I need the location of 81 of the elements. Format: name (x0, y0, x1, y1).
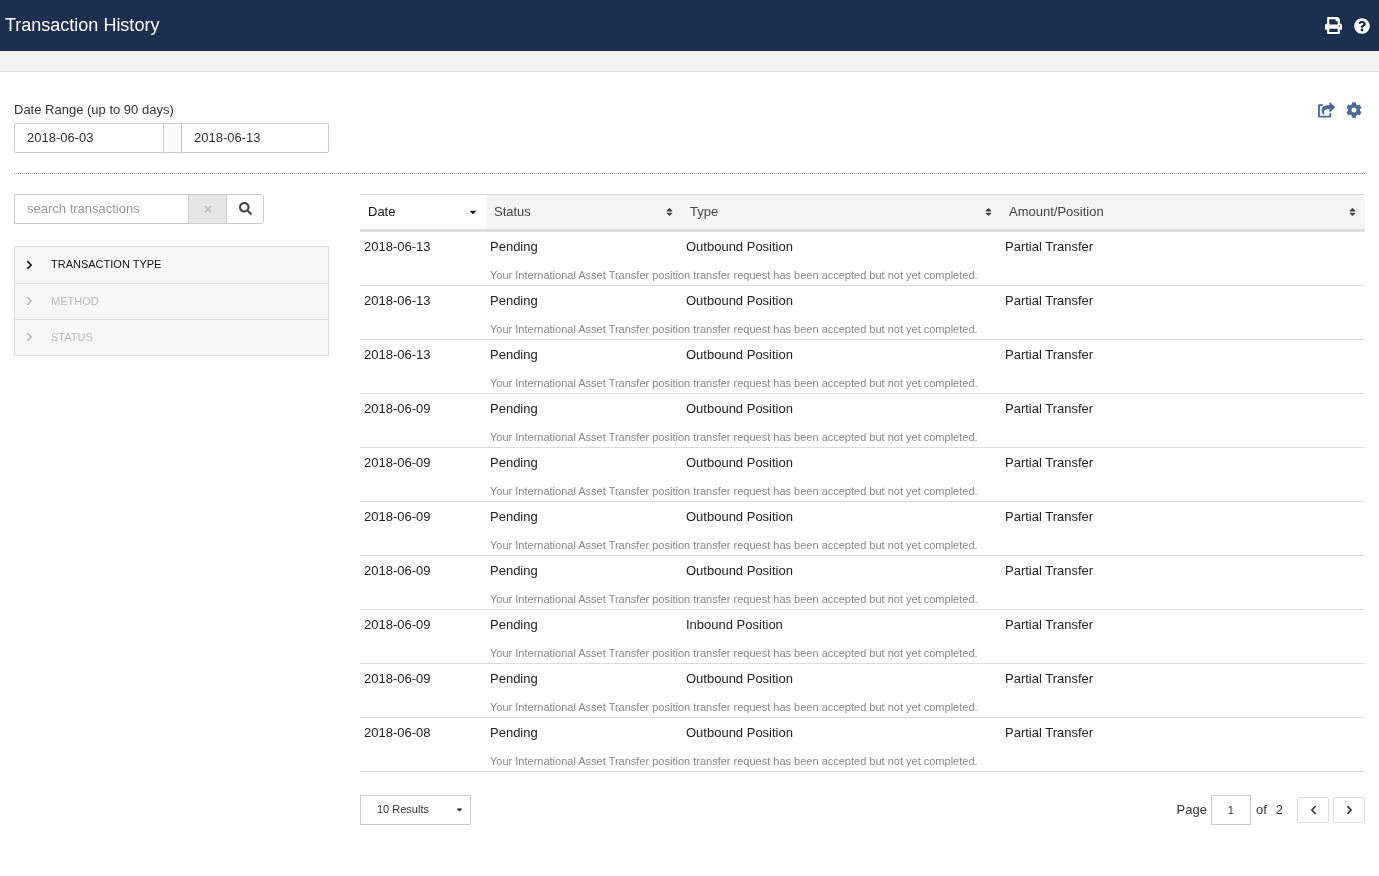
table-cell: Pending (490, 508, 538, 524)
start-date-field[interactable]: 2018-06-03 (14, 122, 164, 153)
table-cell: Pending (490, 724, 538, 740)
chevron-icon (25, 296, 34, 306)
table-cell: Pending (490, 292, 538, 308)
table-cell: Pending (490, 616, 538, 632)
table-cell: Partial Transfer (1005, 670, 1094, 686)
table-cell: Outbound Position (686, 238, 793, 254)
chevron-left-icon (1308, 804, 1318, 815)
table-cell: Outbound Position (686, 562, 793, 578)
column-header[interactable]: Type (682, 194, 1001, 229)
table-cell: 2018-06-13 (364, 346, 431, 362)
chevron-right-icon (1344, 804, 1354, 815)
print-icon[interactable] (1325, 17, 1342, 34)
column-header[interactable]: Amount/Position (1001, 194, 1365, 229)
table-cell: Partial Transfer (1005, 346, 1094, 362)
table-cell: Partial Transfer (1005, 724, 1094, 740)
table-cell: 2018-06-08 (364, 724, 431, 740)
table-cell: Partial Transfer (1005, 454, 1094, 470)
total-pages: 2 (1275, 800, 1283, 819)
row-note: Your International Asset Transfer position transfer request has been accepted but not yet completed. (490, 539, 978, 551)
search-icon (238, 202, 252, 215)
sort-icon (1348, 206, 1357, 217)
table-cell: 2018-06-09 (364, 670, 431, 686)
row-note: Your International Asset Transfer position transfer request has been accepted but not yet completed. (490, 431, 978, 443)
table-cell: 2018-06-13 (364, 238, 431, 254)
table-cell: Partial Transfer (1005, 400, 1094, 416)
search-field[interactable]: search transactions (14, 193, 189, 224)
page-size-select[interactable]: 10 Results (360, 794, 471, 825)
page-field[interactable]: 1 (1210, 794, 1251, 825)
table-cell: 2018-06-09 (364, 562, 431, 578)
table-cell: Outbound Position (686, 508, 793, 524)
table-cell: 2018-06-09 (364, 400, 431, 416)
table-cell: 2018-06-09 (364, 616, 431, 632)
search-button[interactable] (226, 193, 264, 224)
row-note: Your International Asset Transfer position transfer request has been accepted but not yet completed. (490, 755, 978, 767)
settings-icon[interactable] (1346, 102, 1362, 118)
range-separator (164, 122, 181, 153)
caret-icon (455, 805, 464, 814)
end-date-field[interactable]: 2018-06-13 (181, 122, 329, 153)
table-cell: 2018-06-09 (364, 454, 431, 470)
table-cell: Pending (490, 454, 538, 470)
table-cell: Pending (490, 400, 538, 416)
table-cell: Partial Transfer (1005, 292, 1094, 308)
row-note: Your International Asset Transfer position transfer request has been accepted but not yet completed. (490, 377, 978, 389)
table-cell: Inbound Position (686, 616, 783, 632)
table-cell: Outbound Position (686, 454, 793, 470)
table-cell: Outbound Position (686, 400, 793, 416)
table-cell: Partial Transfer (1005, 508, 1094, 524)
row-note: Your International Asset Transfer position transfer request has been accepted but not yet completed. (490, 485, 978, 497)
help-icon[interactable] (1354, 17, 1370, 34)
page-title: Transaction History (5, 14, 160, 37)
table-cell: Pending (490, 238, 538, 254)
sort-icon (984, 206, 993, 217)
row-note: Your International Asset Transfer position transfer request has been accepted but not yet completed. (490, 593, 978, 605)
row-note: Your International Asset Transfer position transfer request has been accepted but not yet completed. (490, 701, 978, 713)
table-cell: 2018-06-13 (364, 292, 431, 308)
row-note: Your International Asset Transfer position transfer request has been accepted but not yet completed. (490, 323, 978, 335)
table-cell: Outbound Position (686, 724, 793, 740)
table-cell: Pending (490, 670, 538, 686)
export-icon[interactable] (1318, 102, 1335, 118)
table-cell: Pending (490, 562, 538, 578)
filter-item[interactable]: TRANSACTION TYPE (15, 246, 328, 283)
close-icon (202, 203, 213, 214)
chevron-icon (25, 259, 34, 270)
column-header[interactable]: Status (486, 194, 682, 229)
chevron-icon (25, 332, 34, 342)
row-note: Your International Asset Transfer position transfer request has been accepted but not yet completed. (490, 647, 978, 659)
of-label: of (1255, 800, 1267, 819)
row-note: Your International Asset Transfer position transfer request has been accepted but not yet completed. (490, 269, 978, 281)
table-cell: Partial Transfer (1005, 562, 1094, 578)
table-cell: Outbound Position (686, 670, 793, 686)
table-cell: Pending (490, 346, 538, 362)
table-cell: Outbound Position (686, 292, 793, 308)
table-cell: Outbound Position (686, 346, 793, 362)
date-range-label: Date Range (up to 90 days) (14, 101, 175, 119)
table-cell: Partial Transfer (1005, 616, 1094, 632)
page-label: Page (1176, 800, 1207, 819)
table-cell: 2018-06-09 (364, 508, 431, 524)
sort-icon (665, 206, 674, 217)
table-cell: Partial Transfer (1005, 238, 1094, 254)
